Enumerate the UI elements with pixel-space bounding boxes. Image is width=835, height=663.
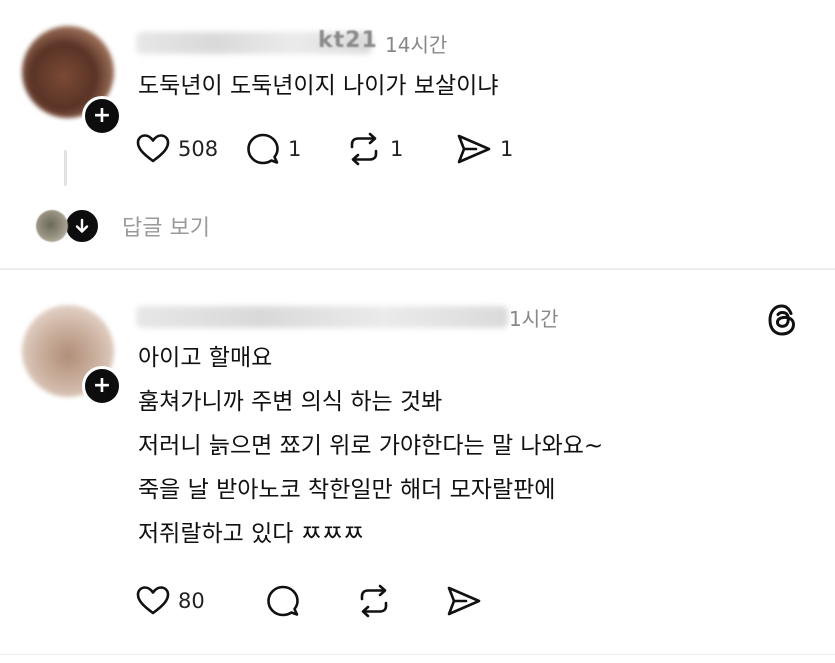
follow-plus-icon[interactable]: + <box>82 366 122 406</box>
threads-logo-icon[interactable] <box>766 302 800 342</box>
repost-button[interactable] <box>356 584 446 618</box>
repost-icon <box>360 584 388 618</box>
reply-button[interactable] <box>266 584 356 618</box>
share-button[interactable] <box>446 585 506 617</box>
username-blurred[interactable] <box>136 306 508 328</box>
post-text-line: 죽을 날 받아노코 착한일만 해더 모자랄판에 <box>138 477 556 503</box>
comment-icon <box>267 585 299 617</box>
post-text-line: 저러니 늙으면 쬬기 위로 가야한다는 말 나와요~ <box>138 433 604 459</box>
divider <box>0 654 835 655</box>
like-count: 80 <box>178 589 205 613</box>
like-button[interactable]: 80 <box>136 585 266 617</box>
send-icon <box>447 586 481 616</box>
post-text-line: 훔쳐가니까 주변 의식 하는 것봐 <box>138 389 443 415</box>
heart-icon <box>136 586 170 615</box>
post-text-line: 저쥐랄하고 있다 ㅉㅉㅉ <box>138 521 365 547</box>
post-text-line: 아이고 할매요 <box>138 345 273 371</box>
post-time: 1시간 <box>509 307 559 331</box>
post-item: + 1시간 아이고 할매요 훔쳐가니까 주변 의식 하는 것봐 저러니 늙으면 … <box>0 0 835 663</box>
post-text: 아이고 할매요 훔쳐가니까 주변 의식 하는 것봐 저러니 늙으면 쬬기 위로 … <box>138 336 603 556</box>
action-bar: 80 <box>136 584 506 618</box>
